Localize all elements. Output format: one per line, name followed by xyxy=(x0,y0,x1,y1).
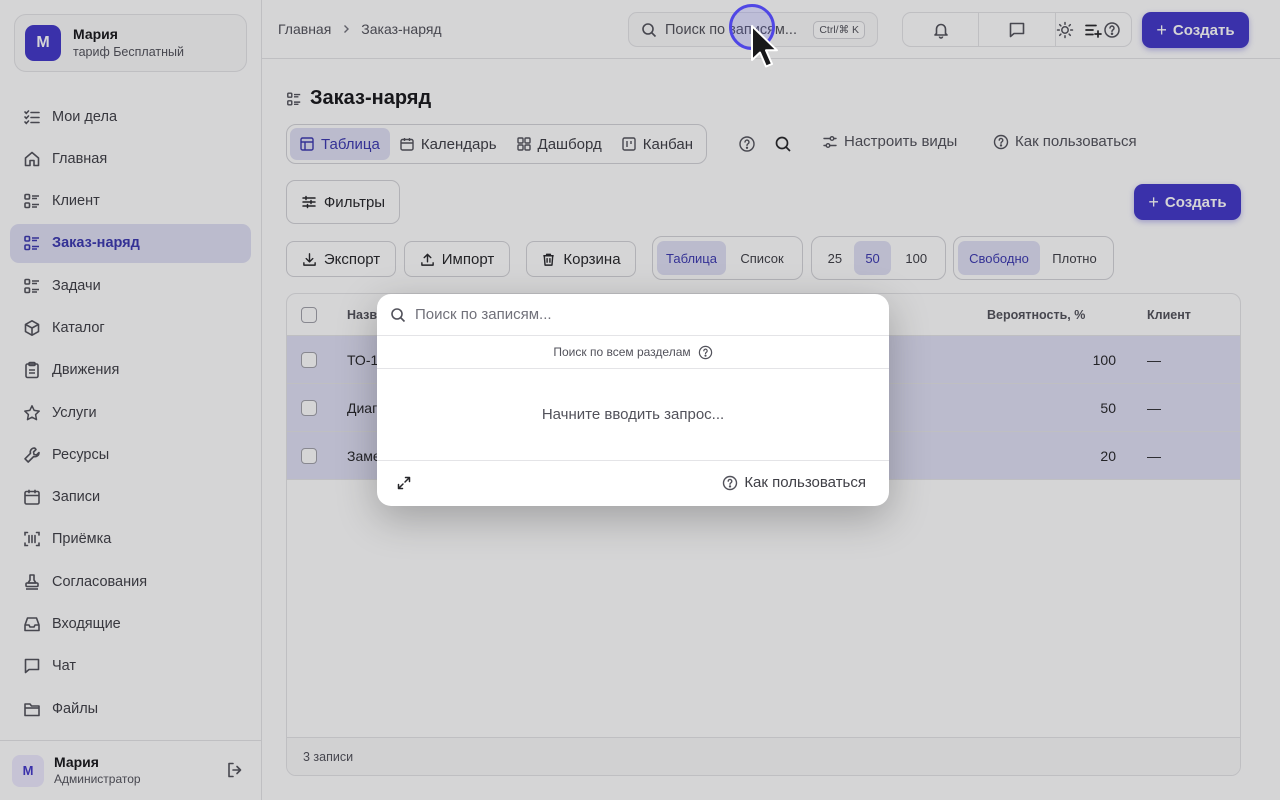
search-dialog-input[interactable] xyxy=(415,306,855,323)
help-icon xyxy=(723,475,738,490)
search-empty-state: Начните вводить запрос... xyxy=(377,369,889,461)
search-help-link[interactable]: Как пользоваться xyxy=(722,474,866,491)
help-icon[interactable] xyxy=(698,345,713,360)
search-scope-label: Поиск по всем разделам xyxy=(553,345,691,359)
search-dialog: Поиск по всем разделам Начните вводить з… xyxy=(377,294,889,506)
expand-icon[interactable] xyxy=(396,475,412,491)
search-help-label: Как пользоваться xyxy=(744,474,866,491)
mouse-cursor-icon xyxy=(751,25,778,68)
search-icon xyxy=(391,307,406,322)
search-dialog-header xyxy=(377,294,889,336)
search-dialog-footer: Как пользоваться xyxy=(377,461,889,506)
search-scope: Поиск по всем разделам xyxy=(377,336,889,369)
